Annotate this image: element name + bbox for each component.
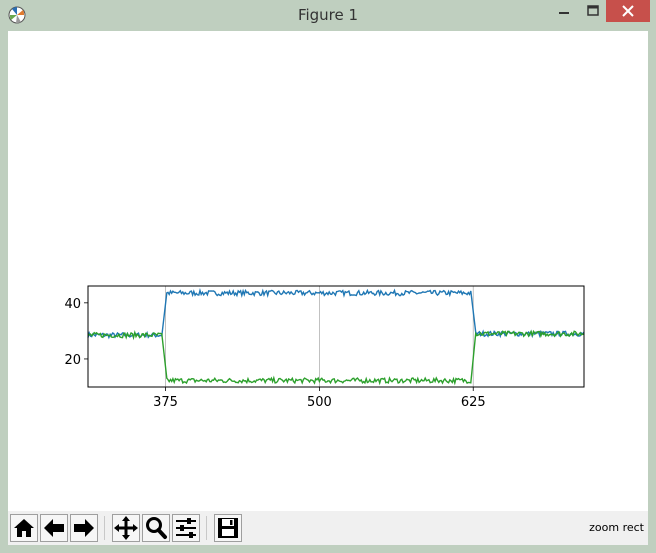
x-tick-label: 625 [461,395,486,410]
configure-subplots-button[interactable] [172,514,200,542]
forward-button[interactable] [70,514,98,542]
navigation-toolbar: zoom rect [8,511,648,545]
y-tick-label: 40 [64,297,81,312]
magnifier-icon [146,517,167,539]
close-icon [622,5,634,17]
floppy-icon [218,518,238,538]
save-button[interactable] [214,514,242,542]
x-tick-label: 375 [153,395,178,410]
status-message: zoom rect [589,521,644,534]
toolbar-separator [206,516,207,540]
sliders-icon [176,518,196,538]
figure-window: Figure 1 375 500 625 20 40 zoom rect [0,0,656,553]
toolbar-separator [104,516,105,540]
arrow-left-icon [44,519,64,537]
x-tick-label: 500 [307,395,332,410]
figure-canvas-area: 375 500 625 20 40 zoom rect [8,31,648,545]
maximize-button[interactable] [580,0,606,22]
move-icon [114,516,138,540]
y-tick-label: 20 [64,353,81,368]
title-bar[interactable]: Figure 1 [0,0,656,31]
minimize-button[interactable] [548,0,580,22]
close-button[interactable] [606,0,650,22]
home-icon [14,519,34,537]
zoom-button[interactable] [142,514,170,542]
arrow-right-icon [74,519,94,537]
back-button[interactable] [40,514,68,542]
maximize-icon [587,5,599,16]
pan-button[interactable] [112,514,140,542]
minimize-icon [559,12,569,14]
plot-canvas[interactable]: 375 500 625 20 40 [8,31,648,511]
home-button[interactable] [10,514,38,542]
